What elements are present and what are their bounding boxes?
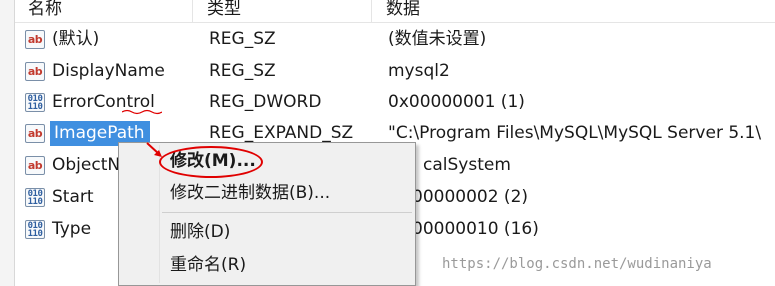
- value-data: calSystem: [423, 155, 511, 175]
- value-data: 00000002 (2): [412, 187, 529, 207]
- tree-pane-edge: [0, 0, 15, 286]
- column-header-type[interactable]: 类型: [194, 0, 372, 22]
- binary-value-icon: 010 110: [25, 220, 45, 239]
- column-header-data[interactable]: 数据: [373, 0, 775, 22]
- value-data: mysql2: [388, 61, 450, 81]
- registry-value-row[interactable]: ab DisplayName REG_SZ mysql2: [15, 56, 775, 87]
- column-header-name[interactable]: 名称: [15, 0, 193, 22]
- value-type: REG_SZ: [209, 61, 276, 81]
- binary-value-icon: 010 110: [25, 188, 45, 207]
- string-value-icon: ab: [25, 156, 45, 175]
- annotation-ellipse: [159, 146, 263, 178]
- column-header-bar: 名称 类型 数据: [15, 0, 775, 23]
- menu-item-delete[interactable]: 删除(D): [119, 217, 415, 247]
- value-data: 0x00000001 (1): [388, 92, 525, 112]
- value-name: (默认): [52, 29, 100, 49]
- value-data: 00000010 (16): [412, 219, 539, 239]
- menu-item-modify-binary[interactable]: 修改二进制数据(B)...: [119, 178, 415, 208]
- registry-value-row[interactable]: ab (默认) REG_SZ (数值未设置): [15, 24, 775, 55]
- string-value-icon: ab: [25, 62, 45, 81]
- watermark: https://blog.csdn.net/wudinaniya: [442, 256, 712, 272]
- binary-value-icon: 010 110: [25, 93, 45, 112]
- value-name: DisplayName: [52, 61, 165, 81]
- value-data: "C:\Program Files\MySQL\MySQL Server 5.1…: [388, 123, 762, 143]
- string-value-icon: ab: [25, 124, 45, 143]
- value-type: REG_DWORD: [209, 92, 322, 112]
- string-value-icon: ab: [25, 30, 45, 49]
- menu-item-rename[interactable]: 重命名(R): [119, 250, 415, 280]
- menu-separator: [162, 212, 412, 213]
- value-name: ObjectN: [52, 155, 121, 175]
- annotation-underline: [122, 109, 162, 115]
- value-name: Type: [52, 219, 92, 239]
- value-type: REG_SZ: [209, 29, 276, 49]
- annotation-arrow-icon: [146, 142, 162, 157]
- value-data: (数值未设置): [388, 29, 487, 49]
- value-name: Start: [52, 187, 94, 207]
